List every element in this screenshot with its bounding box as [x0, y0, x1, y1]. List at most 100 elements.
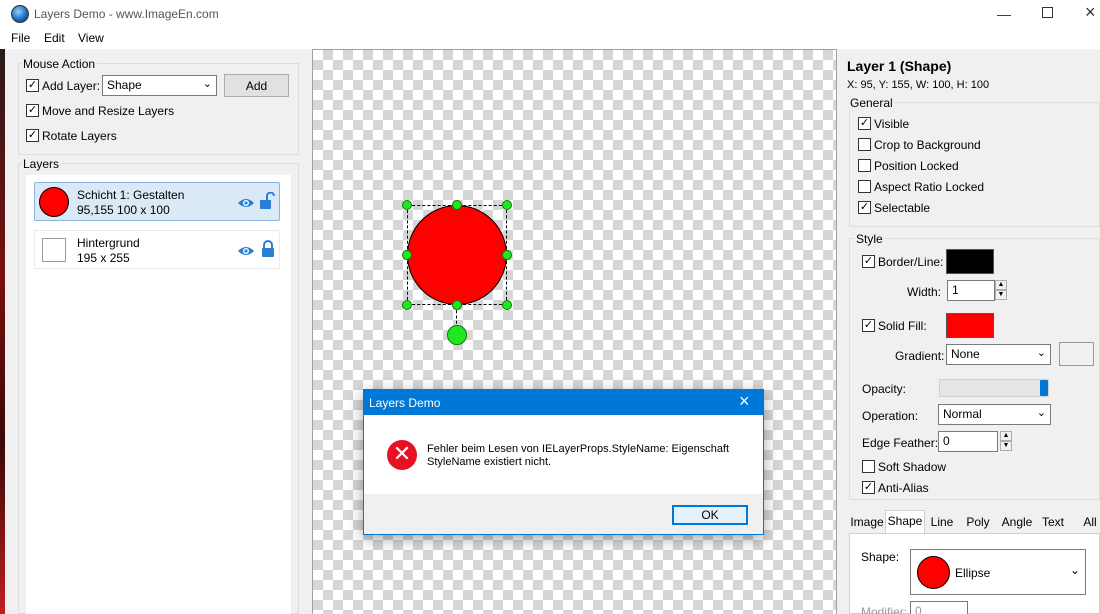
chevron-down-icon: ⌄ — [202, 78, 212, 90]
shape-select[interactable]: Ellipse ⌄ — [910, 549, 1086, 595]
error-icon: ✕ — [387, 440, 417, 470]
layer-item[interactable]: Hintergrund 195 x 255 — [34, 230, 280, 269]
selection-box — [407, 205, 507, 305]
width-label: Width: — [907, 285, 942, 299]
spin-up-icon[interactable]: ▲ — [995, 280, 1007, 290]
solid-fill-checkbox[interactable]: ✓ — [862, 319, 875, 332]
resize-handle-sw[interactable] — [402, 300, 412, 310]
spin-down-icon[interactable]: ▼ — [1000, 441, 1012, 451]
gradient-color-swatch[interactable] — [1059, 342, 1094, 366]
layer-thumbnail — [39, 187, 69, 217]
move-resize-checkbox[interactable]: ✓ — [26, 104, 39, 117]
visible-label: Visible — [874, 117, 910, 131]
resize-handle-e[interactable] — [502, 250, 512, 260]
border-line-checkbox[interactable]: ✓ — [862, 255, 875, 268]
desktop-edge — [0, 49, 5, 614]
spin-up-icon[interactable]: ▲ — [1000, 431, 1012, 441]
operation-select[interactable]: Normal ⌄ — [938, 404, 1051, 425]
tab-all[interactable]: All — [1080, 512, 1100, 532]
resize-handle-se[interactable] — [502, 300, 512, 310]
error-dialog: Layers Demo × ✕ Fehler beim Lesen von IE… — [363, 389, 764, 535]
modifier-label: Modifier: — [861, 605, 908, 614]
shape-value: Ellipse — [955, 566, 991, 580]
layer-title: Layer 1 (Shape) — [847, 58, 952, 74]
anti-alias-checkbox[interactable]: ✓ — [862, 481, 875, 494]
tab-shape[interactable]: Shape — [885, 510, 925, 533]
rotate-handle[interactable] — [447, 325, 467, 345]
layer-info: 95,155 100 x 100 — [77, 203, 170, 217]
tab-image[interactable]: Image — [849, 512, 885, 532]
eye-icon[interactable] — [237, 245, 255, 257]
layers-legend: Layers — [21, 157, 62, 171]
modifier-field[interactable]: 0 — [910, 601, 968, 614]
rotate-label: Rotate Layers — [42, 129, 117, 143]
ok-button[interactable]: OK — [672, 505, 748, 525]
layer-thumbnail — [42, 238, 66, 262]
edge-feather-label: Edge Feather: — [862, 436, 939, 450]
edge-feather-value: 0 — [943, 434, 950, 448]
style-legend: Style — [854, 232, 885, 246]
tab-poly[interactable]: Poly — [961, 512, 995, 532]
gradient-value: None — [951, 347, 980, 361]
edge-feather-field[interactable]: 0 ▲ ▼ — [938, 431, 1012, 452]
add-button[interactable]: Add — [224, 74, 289, 97]
fill-color-swatch[interactable] — [946, 313, 994, 338]
shape-label: Shape: — [861, 550, 900, 564]
layer-name: Hintergrund — [77, 236, 140, 250]
gradient-select[interactable]: None ⌄ — [946, 344, 1051, 365]
eye-icon[interactable] — [237, 197, 255, 209]
tab-line[interactable]: Line — [927, 512, 957, 532]
menu-view[interactable]: View — [78, 31, 104, 45]
soft-shadow-label: Soft Shadow — [878, 460, 947, 474]
border-color-swatch[interactable] — [946, 249, 994, 274]
opacity-slider-thumb[interactable] — [1040, 380, 1048, 396]
general-legend: General — [848, 96, 895, 110]
chevron-down-icon: ⌄ — [1036, 407, 1046, 419]
add-layer-checkbox[interactable]: ✓ — [26, 79, 39, 92]
solid-fill-label: Solid Fill: — [878, 319, 927, 333]
opacity-slider[interactable] — [939, 379, 1049, 397]
layer-info: 195 x 255 — [77, 251, 130, 265]
spin-down-icon[interactable]: ▼ — [995, 290, 1007, 300]
opacity-label: Opacity: — [862, 382, 907, 396]
unlock-icon[interactable] — [259, 192, 275, 210]
layer-item[interactable]: Schicht 1: Gestalten 95,155 100 x 100 — [34, 182, 280, 221]
selectable-label: Selectable — [874, 201, 931, 215]
resize-handle-n[interactable] — [452, 200, 462, 210]
lock-icon[interactable] — [261, 240, 275, 258]
aspect-locked-checkbox[interactable] — [858, 180, 871, 193]
resize-handle-s[interactable] — [452, 300, 462, 310]
resize-handle-w[interactable] — [402, 250, 412, 260]
layer-type-select[interactable]: Shape ⌄ — [102, 75, 217, 96]
resize-handle-nw[interactable] — [402, 200, 412, 210]
crop-label: Crop to Background — [874, 138, 981, 152]
aspect-locked-label: Aspect Ratio Locked — [874, 180, 985, 194]
chevron-down-icon: ⌄ — [1069, 563, 1080, 577]
title-bar: Layers Demo - www.ImageEn.com — × — [0, 0, 1100, 28]
soft-shadow-checkbox[interactable] — [862, 460, 875, 473]
dialog-message-line2: StyleName existiert nicht. — [427, 456, 552, 468]
tab-text[interactable]: Text — [1038, 512, 1068, 532]
rotate-checkbox[interactable]: ✓ — [26, 129, 39, 142]
close-window-button[interactable]: × — [1085, 2, 1096, 23]
move-resize-label: Move and Resize Layers — [42, 104, 175, 118]
crop-checkbox[interactable] — [858, 138, 871, 151]
layer-name: Schicht 1: Gestalten — [77, 188, 185, 202]
resize-handle-ne[interactable] — [502, 200, 512, 210]
selectable-checkbox[interactable]: ✓ — [858, 201, 871, 214]
tab-angle[interactable]: Angle — [999, 512, 1035, 532]
position-locked-checkbox[interactable] — [858, 159, 871, 172]
window-title: Layers Demo - www.ImageEn.com — [34, 7, 219, 21]
menu-file[interactable]: File — [11, 31, 30, 45]
maximize-button[interactable] — [1042, 7, 1053, 18]
border-line-label: Border/Line: — [878, 255, 944, 269]
width-field[interactable]: 1 ▲ ▼ — [947, 280, 1007, 301]
ellipse-preview-icon — [917, 556, 950, 589]
minimize-button[interactable]: — — [997, 6, 1011, 22]
position-locked-label: Position Locked — [874, 159, 959, 173]
visible-checkbox[interactable]: ✓ — [858, 117, 871, 130]
operation-label: Operation: — [862, 409, 919, 423]
menu-edit[interactable]: Edit — [44, 31, 65, 45]
dialog-close-icon[interactable]: × — [739, 391, 750, 412]
property-tabs: Image Shape Line Poly Angle Text All — [849, 510, 1100, 533]
